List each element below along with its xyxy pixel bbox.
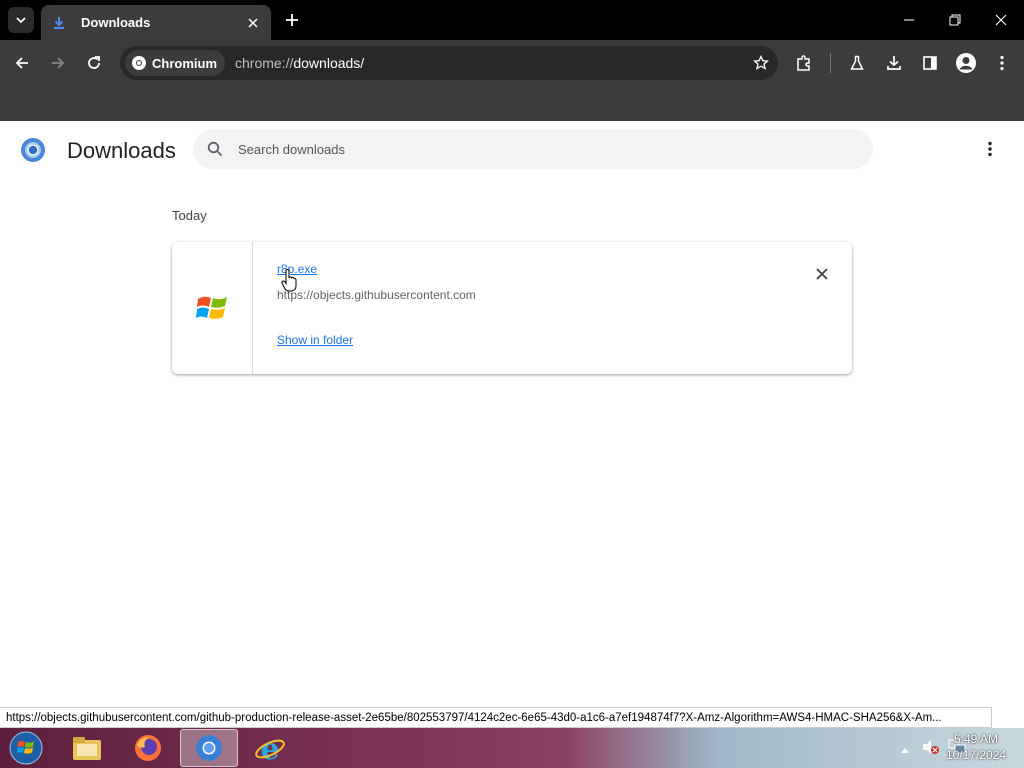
taskbar-file-explorer[interactable] <box>58 729 116 767</box>
search-icon <box>205 139 225 159</box>
kebab-menu-icon <box>988 141 992 157</box>
reload-icon <box>88 56 100 69</box>
profile-button[interactable] <box>954 51 978 75</box>
firefox-icon <box>135 735 161 761</box>
side-panel-icon <box>923 56 937 70</box>
taskbar-internet-explorer[interactable]: e <box>241 729 299 767</box>
minimize-button[interactable] <box>886 0 932 40</box>
download-icon <box>887 56 901 70</box>
browser-menu-button[interactable] <box>990 51 1014 75</box>
new-tab-button[interactable] <box>281 9 303 31</box>
title-bar: Downloads <box>0 0 1024 40</box>
show-in-folder-link[interactable]: Show in folder <box>277 333 353 347</box>
internet-explorer-icon: e <box>255 733 285 763</box>
chevron-down-icon <box>16 17 26 24</box>
search-input[interactable] <box>238 141 838 157</box>
downloads-page: Downloads Today r8p.exe https://objects.… <box>0 121 1024 707</box>
chromium-icon <box>196 735 222 761</box>
windows-taskbar: e 5:49 AM 10/17/2024 <box>0 728 1024 768</box>
status-url-text: https://objects.githubusercontent.com/gi… <box>6 711 942 724</box>
download-item-card: r8p.exe https://objects.githubuserconten… <box>172 242 852 374</box>
section-date-heading: Today <box>172 208 207 223</box>
toolbar-separator <box>830 53 831 73</box>
arrow-right-icon <box>52 57 65 69</box>
taskbar-clock[interactable]: 5:49 AM 10/17/2024 <box>946 731 1006 763</box>
restore-button[interactable] <box>932 0 978 40</box>
taskbar-firefox[interactable] <box>119 729 177 767</box>
file-explorer-icon <box>73 737 101 760</box>
remove-download-button[interactable] <box>812 264 832 284</box>
search-bar[interactable] <box>193 129 873 169</box>
svg-text:e: e <box>260 733 279 763</box>
page-title: Downloads <box>67 138 176 163</box>
file-icon-column <box>172 242 253 374</box>
tab-title: Downloads <box>81 15 151 30</box>
taskbar-chromium[interactable] <box>180 729 238 767</box>
back-button[interactable] <box>10 51 34 75</box>
show-hidden-icons-icon[interactable] <box>900 741 910 759</box>
puzzle-icon <box>797 55 810 71</box>
kebab-menu-icon <box>1000 55 1004 71</box>
reload-button[interactable] <box>82 51 106 75</box>
arrow-left-icon <box>15 57 28 69</box>
site-chip-label: Chromium <box>152 55 217 71</box>
labs-button[interactable] <box>845 51 869 75</box>
close-icon <box>816 268 828 280</box>
file-source-url: https://objects.githubusercontent.com <box>277 288 476 302</box>
address-bar[interactable]: Chromium chrome://downloads/ <box>120 46 778 80</box>
url-text: chrome://downloads/ <box>235 55 365 71</box>
clock-date: 10/17/2024 <box>945 748 1006 762</box>
chromium-logo-icon <box>20 137 46 163</box>
link-status-bubble: https://objects.githubusercontent.com/gi… <box>0 707 992 728</box>
hand-cursor-icon <box>281 268 299 293</box>
tab-downloads[interactable]: Downloads <box>41 5 271 40</box>
bookmark-star-icon[interactable] <box>744 46 778 80</box>
chromium-icon <box>132 56 146 70</box>
start-button[interactable] <box>6 729 46 767</box>
windows-executable-icon <box>196 296 227 319</box>
clock-time: 5:49 AM <box>953 732 998 746</box>
avatar-icon <box>956 53 976 73</box>
site-info-chip[interactable]: Chromium <box>125 50 225 76</box>
close-tab-icon[interactable] <box>245 15 261 31</box>
downloads-button[interactable] <box>882 51 906 75</box>
close-window-button[interactable] <box>978 0 1024 40</box>
extensions-button[interactable] <box>792 51 816 75</box>
page-menu-button[interactable] <box>978 137 1002 161</box>
side-panel-button[interactable] <box>918 51 942 75</box>
volume-muted-icon[interactable] <box>922 739 940 760</box>
forward-button[interactable] <box>46 51 70 75</box>
plus-icon <box>286 14 298 26</box>
tab-search-button[interactable] <box>8 7 34 33</box>
flask-icon <box>850 55 864 70</box>
browser-toolbar: Chromium chrome://downloads/ <box>0 40 1024 86</box>
bookmarks-bar <box>0 86 1024 121</box>
download-icon <box>51 15 67 31</box>
start-icon <box>9 731 43 765</box>
